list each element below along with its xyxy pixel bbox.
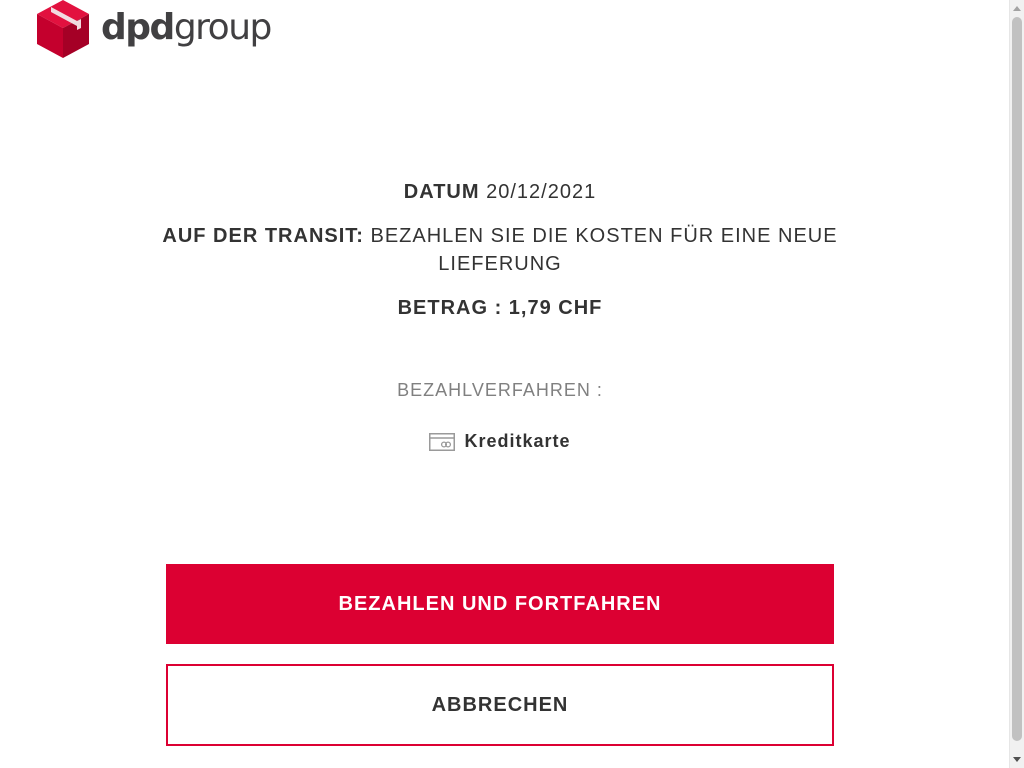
payment-method-option[interactable]: Kreditkarte xyxy=(0,431,1000,452)
scrollbar-thumb[interactable] xyxy=(1012,17,1022,741)
scroll-up-icon[interactable] xyxy=(1013,6,1021,11)
dpd-logo[interactable]: dpdgroup xyxy=(37,0,273,58)
payment-page: dpdgroup DATUM 20/12/2021 AUF DER TRANSI… xyxy=(0,0,1024,768)
transit-label: AUF DER TRANSIT: xyxy=(162,225,364,247)
pay-and-continue-button[interactable]: BEZAHLEN UND FORTFAHREN xyxy=(166,564,834,644)
logo-group-text: group xyxy=(173,7,273,48)
payment-method-name: Kreditkarte xyxy=(464,431,571,451)
transit-row: AUF DER TRANSIT: BEZAHLEN SIE DIE KOSTEN… xyxy=(150,222,850,278)
logo-wordmark: dpdgroup xyxy=(101,7,273,48)
amount-text: BETRAG : 1,79 CHF xyxy=(397,297,603,319)
date-label: DATUM xyxy=(403,181,480,203)
transit-text: BEZAHLEN SIE DIE KOSTEN FÜR EINE NEUE LI… xyxy=(370,225,838,275)
delivery-details: DATUM 20/12/2021 AUF DER TRANSIT: BEZAHL… xyxy=(0,178,1000,322)
credit-card-icon xyxy=(429,432,456,451)
payment-method-label: BEZAHLVERFAHREN : xyxy=(397,380,603,400)
dpd-cube-icon xyxy=(37,0,89,58)
logo-dpd-text: dpd xyxy=(101,7,175,48)
scroll-down-icon[interactable] xyxy=(1013,757,1021,762)
cancel-button[interactable]: ABBRECHEN xyxy=(166,664,834,746)
vertical-scrollbar[interactable] xyxy=(1009,0,1024,768)
date-value: 20/12/2021 xyxy=(486,181,597,203)
date-row: DATUM 20/12/2021 xyxy=(0,178,1000,206)
